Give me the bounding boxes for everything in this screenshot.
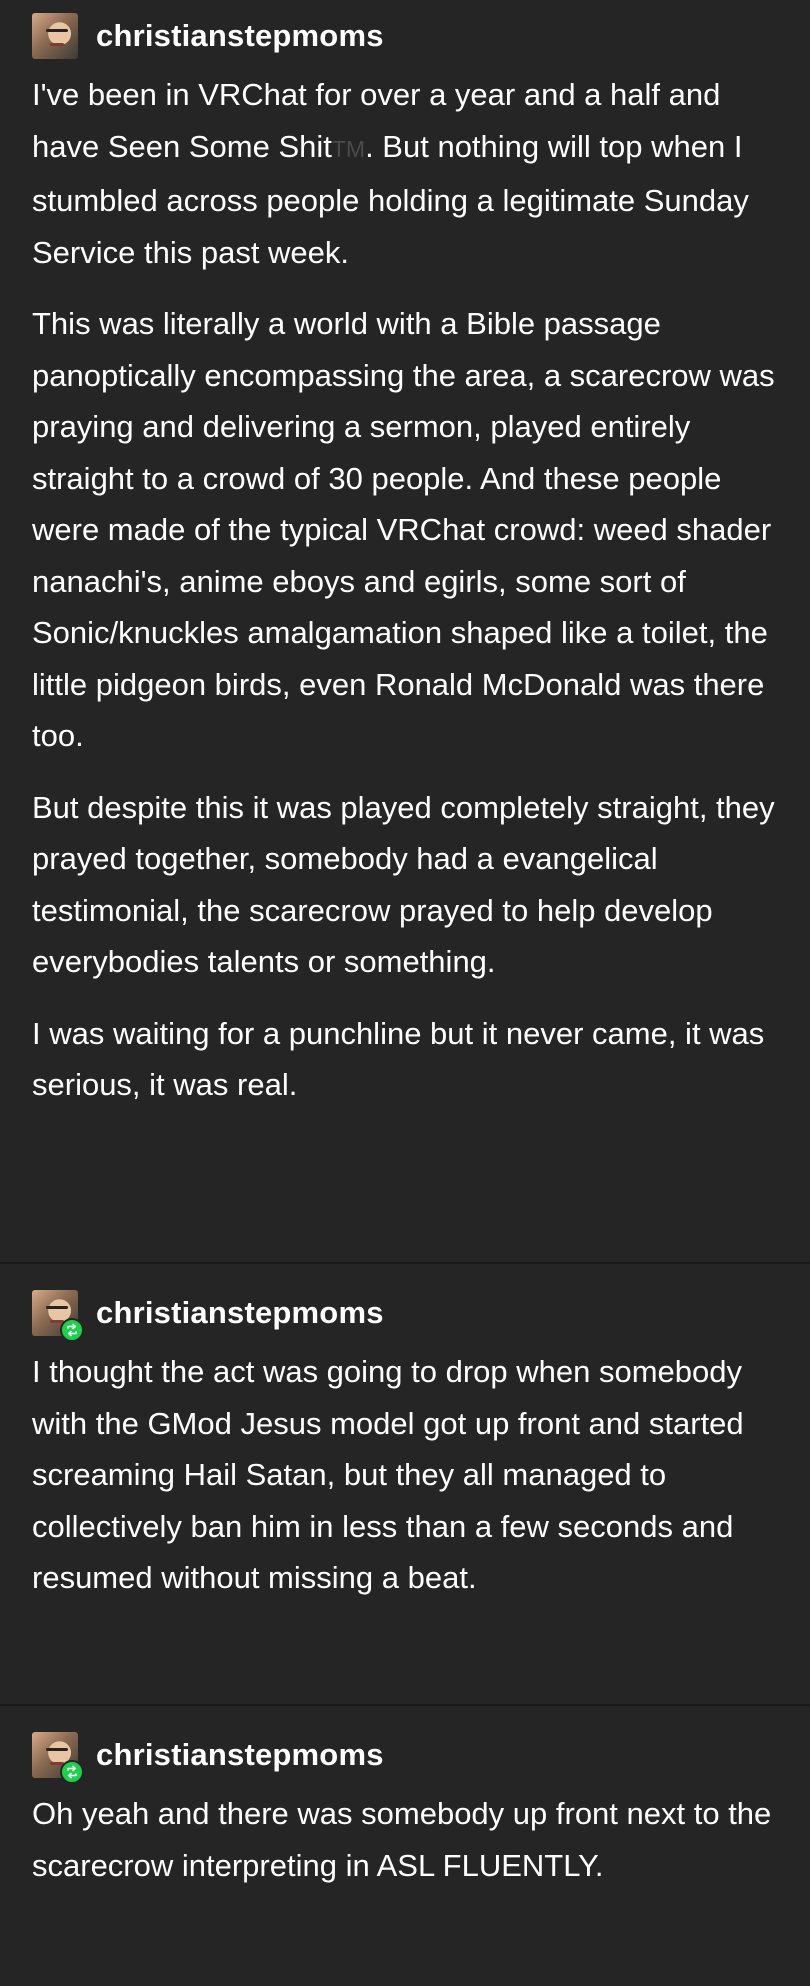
reblog-icon [60, 1318, 84, 1342]
post-header: christianstepmoms [32, 1732, 780, 1784]
post-reblog: christianstepmoms Oh yeah and there was … [0, 1706, 810, 1986]
post-paragraph: This was literally a world with a Bible … [32, 306, 775, 753]
post-paragraph: I was waiting for a punchline but it nev… [32, 1015, 765, 1103]
reblog-icon [60, 1760, 84, 1784]
avatar[interactable] [32, 13, 78, 59]
post-paragraph: But despite this it was played completel… [32, 789, 775, 980]
username[interactable]: christianstepmoms [96, 1295, 384, 1331]
post-header: christianstepmoms [32, 1290, 780, 1342]
username[interactable]: christianstepmoms [96, 1737, 384, 1773]
post-paragraph: Oh yeah and there was somebody up front … [32, 1796, 772, 1883]
username[interactable]: christianstepmoms [96, 18, 384, 54]
post-paragraph: I've been in VRChat for over a year and … [32, 77, 749, 270]
post-paragraph: I thought the act was going to drop when… [32, 1354, 744, 1595]
trademark-mark: TM [331, 135, 366, 162]
post-original: christianstepmoms I've been in VRChat fo… [0, 0, 810, 1262]
avatar[interactable] [32, 1732, 84, 1784]
avatar-icon [32, 13, 78, 59]
avatar[interactable] [32, 1290, 84, 1342]
post-reblog: christianstepmoms I thought the act was … [0, 1264, 810, 1704]
post-header: christianstepmoms [32, 13, 780, 59]
